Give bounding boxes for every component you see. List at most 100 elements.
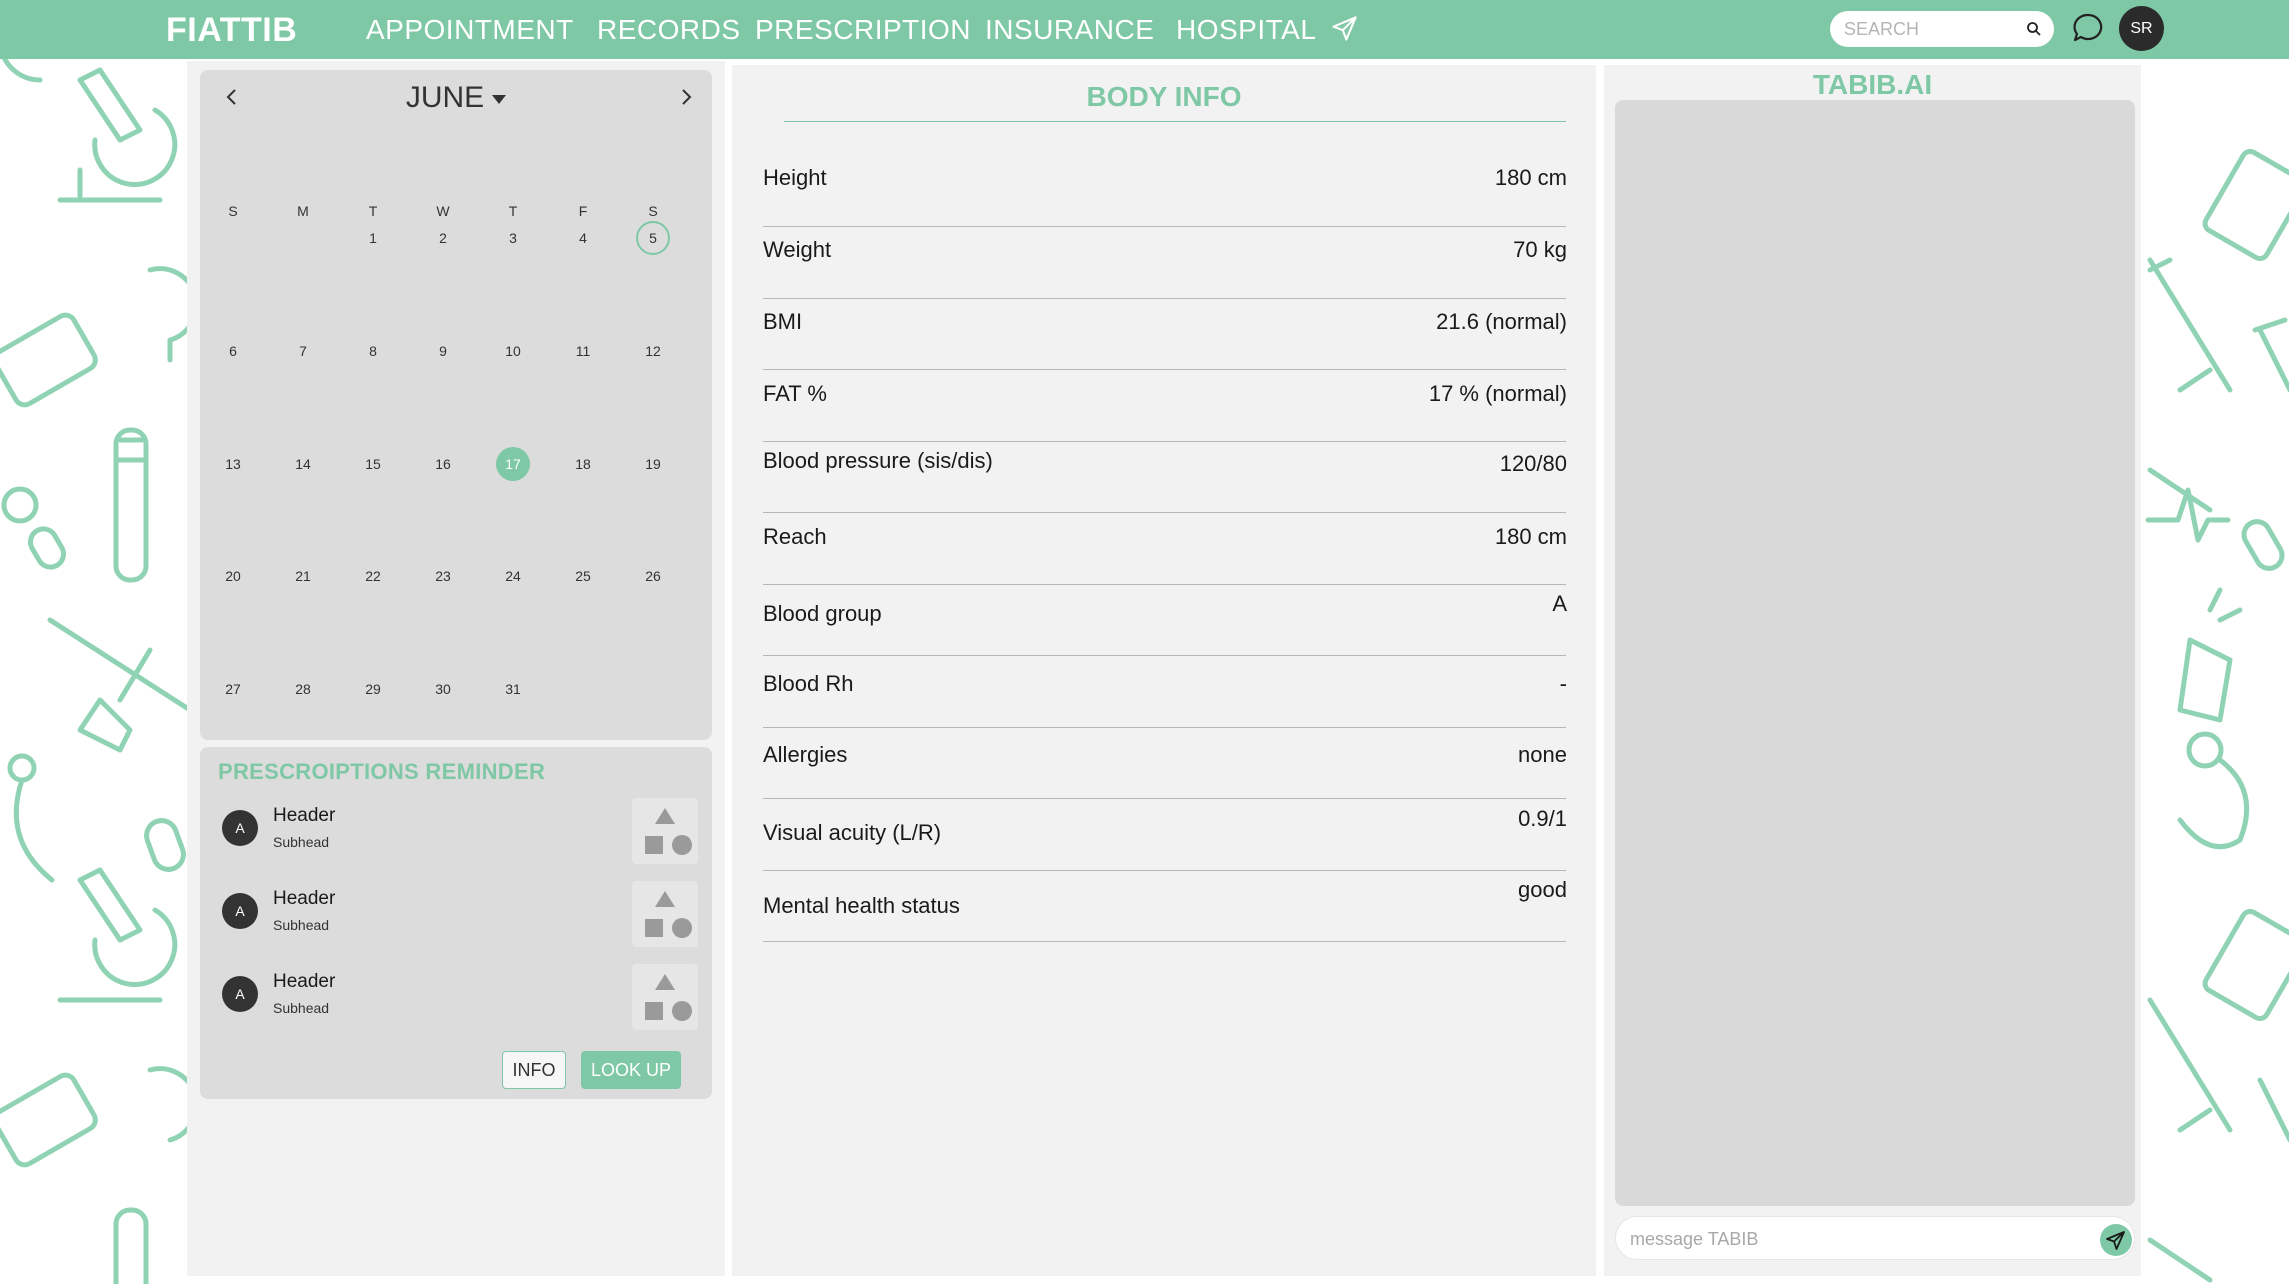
calendar-day[interactable]: 12 <box>636 334 670 368</box>
avatar: A <box>222 976 258 1012</box>
reminder-list-item[interactable]: A Header Subhead <box>220 798 700 868</box>
placeholder-shapes-icon <box>632 964 698 1030</box>
nav-prescription[interactable]: PRESCRIPTION <box>755 10 971 50</box>
item-header: Header <box>273 971 336 992</box>
send-icon[interactable] <box>1330 15 1358 43</box>
calendar-day[interactable]: 4 <box>566 221 600 255</box>
body-info-row: Height 180 cm <box>763 156 1597 228</box>
body-info-row: Blood group A <box>763 585 1597 657</box>
title-divider <box>784 121 1566 122</box>
calendar-day[interactable]: 18 <box>566 447 600 481</box>
body-info-value: 180 cm <box>1494 524 1567 549</box>
placeholder-shapes-icon <box>632 798 698 864</box>
top-navbar: FIATTIB APPOINTMENT RECORDS PRESCRIPTION… <box>0 0 2289 59</box>
nav-records[interactable]: RECORDS <box>597 10 741 50</box>
body-info-label: Blood group <box>763 601 882 626</box>
calendar-day[interactable]: 9 <box>426 334 460 368</box>
body-info-value: 120/80 <box>1499 451 1567 476</box>
body-info-row: FAT % 17 % (normal) <box>763 371 1597 443</box>
tabib-ai-title: TABIB.AI <box>1812 69 1933 100</box>
body-info-title: BODY INFO <box>1086 81 1242 112</box>
nav-hospital[interactable]: HOSPITAL <box>1176 10 1316 50</box>
chat-history-area[interactable] <box>1615 100 2135 1206</box>
chat-bubble-icon[interactable] <box>2071 11 2105 45</box>
calendar-day[interactable]: 26 <box>636 559 670 593</box>
calendar-day[interactable]: 17 <box>496 447 530 481</box>
reminder-list-item[interactable]: A Header Subhead <box>220 881 700 951</box>
send-icon <box>2106 1231 2125 1250</box>
body-info-row: Weight 70 kg <box>763 228 1597 300</box>
body-info-label: Mental health status <box>763 893 960 918</box>
search-input[interactable] <box>1844 15 2024 43</box>
body-info-panel: BODY INFO Height 180 cm Weight 70 kg BMI 21.6… <box>732 65 1596 1276</box>
body-info-label: Allergies <box>763 742 848 767</box>
calendar-day[interactable]: 14 <box>286 447 320 481</box>
body-info-label: Height <box>763 165 827 190</box>
send-message-button[interactable] <box>2100 1224 2132 1256</box>
calendar-day[interactable]: 28 <box>286 672 320 706</box>
calendar-day[interactable]: 29 <box>356 672 390 706</box>
body-info-value: - <box>1559 671 1567 696</box>
calendar-day[interactable]: 2 <box>426 221 460 255</box>
body-info-row: Allergies none <box>763 728 1597 800</box>
user-avatar[interactable]: SR <box>2119 6 2164 51</box>
body-info-value: A <box>1552 591 1567 616</box>
calendar-month-selector[interactable]: JUNE <box>200 80 712 116</box>
next-month-icon[interactable] <box>671 82 701 112</box>
calendar-day[interactable]: 23 <box>426 559 460 593</box>
calendar-day[interactable]: 7 <box>286 334 320 368</box>
calendar-day[interactable]: 19 <box>636 447 670 481</box>
body-info-value: 0.9/1 <box>1518 806 1567 831</box>
message-input[interactable] <box>1630 1225 2070 1253</box>
item-header: Header <box>273 888 336 909</box>
calendar-day[interactable]: 3 <box>496 221 530 255</box>
body-info-row: Reach 180 cm <box>763 514 1597 586</box>
nav-appointment[interactable]: APPOINTMENT <box>366 10 574 50</box>
calendar-day[interactable]: 24 <box>496 559 530 593</box>
search-icon[interactable] <box>2026 21 2042 37</box>
weekday-label: S <box>648 203 658 219</box>
weekday-label: T <box>508 203 518 219</box>
weekday-label: M <box>297 203 309 219</box>
calendar-day[interactable]: 8 <box>356 334 390 368</box>
info-button[interactable]: INFO <box>502 1051 566 1089</box>
calendar-day[interactable]: 31 <box>496 672 530 706</box>
body-info-value: 21.6 (normal) <box>1436 309 1567 334</box>
calendar-day[interactable]: 15 <box>356 447 390 481</box>
calendar-day[interactable]: 11 <box>566 334 600 368</box>
calendar-day[interactable]: 27 <box>216 672 250 706</box>
brand-logo[interactable]: FIATTIB <box>166 10 297 50</box>
calendar-month-label: JUNE <box>405 81 485 114</box>
reminder-list-item[interactable]: A Header Subhead <box>220 964 700 1034</box>
prescriptions-reminder-card: PRESCROIPTIONS REMINDER A Header Subhead… <box>200 747 712 1099</box>
body-info-value: 70 kg <box>1513 237 1567 262</box>
message-composer <box>1615 1216 2135 1260</box>
calendar-day[interactable]: 22 <box>356 559 390 593</box>
tabib-ai-panel: TABIB.AI <box>1604 65 2141 1276</box>
calendar-day[interactable]: 20 <box>216 559 250 593</box>
row-divider <box>763 512 1566 513</box>
nav-insurance[interactable]: INSURANCE <box>985 10 1154 50</box>
look-up-button[interactable]: LOOK UP <box>581 1051 681 1089</box>
calendar-day[interactable]: 10 <box>496 334 530 368</box>
row-divider <box>763 655 1566 656</box>
calendar-day[interactable]: 21 <box>286 559 320 593</box>
body-info-value: 17 % (normal) <box>1428 381 1567 406</box>
calendar-day[interactable]: 5 <box>636 221 670 255</box>
calendar-day[interactable]: 13 <box>216 447 250 481</box>
calendar-day[interactable]: 16 <box>426 447 460 481</box>
body-info-label: Visual acuity (L/R) <box>763 820 942 845</box>
placeholder-shapes-icon <box>632 881 698 947</box>
reminder-title: PRESCROIPTIONS REMINDER <box>218 759 546 784</box>
row-divider <box>763 798 1566 799</box>
body-info-row: BMI 21.6 (normal) <box>763 299 1597 371</box>
weekday-label: S <box>228 203 238 219</box>
row-divider <box>763 369 1566 370</box>
row-divider <box>763 226 1566 227</box>
calendar-day[interactable]: 1 <box>356 221 390 255</box>
search-box <box>1830 11 2054 47</box>
calendar-day[interactable]: 30 <box>426 672 460 706</box>
calendar-day[interactable]: 25 <box>566 559 600 593</box>
calendar-day[interactable]: 6 <box>216 334 250 368</box>
body-info-value: good <box>1518 877 1567 902</box>
